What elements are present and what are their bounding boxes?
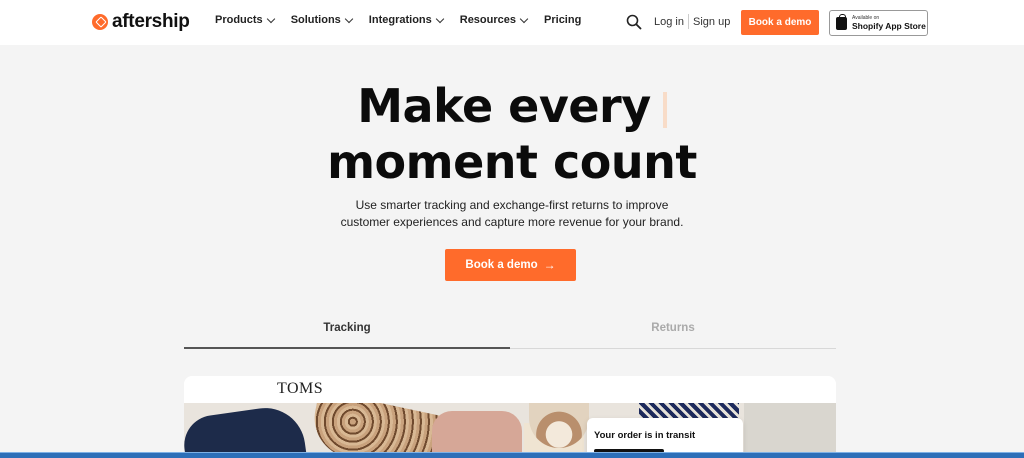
tab-tracking[interactable]: Tracking <box>184 322 510 349</box>
os-taskbar <box>0 452 1024 458</box>
nav-divider <box>688 14 689 29</box>
nav-item-pricing[interactable]: Pricing <box>544 14 581 26</box>
hero-book-demo-button[interactable]: Book a demo → <box>445 249 576 281</box>
hero-title-line1: Make every <box>357 79 651 133</box>
chevron-down-icon <box>519 14 529 23</box>
arrow-right-icon: → <box>543 258 556 272</box>
logo-icon <box>92 14 108 30</box>
chevron-down-icon <box>435 14 444 23</box>
shopify-app-store-button[interactable]: Available on Shopify App Store <box>829 10 928 36</box>
main-nav: Products Solutions Integrations Resource… <box>215 14 598 26</box>
shopify-bag-icon <box>836 13 847 30</box>
logo-text: aftership <box>112 11 190 32</box>
tab-returns[interactable]: Returns <box>510 322 836 349</box>
aftership-logo[interactable]: aftership <box>92 11 190 33</box>
header-book-demo-button[interactable]: Book a demo <box>741 10 819 35</box>
nav-label: Products <box>215 14 263 26</box>
nav-label: Resources <box>459 14 517 26</box>
chevron-down-icon <box>266 14 275 23</box>
nav-label: Integrations <box>368 14 432 26</box>
nav-item-products[interactable]: Products <box>215 14 275 26</box>
shopify-store-label: Shopify App Store <box>852 20 926 31</box>
nav-label: Pricing <box>544 14 582 26</box>
nav-label: Solutions <box>290 14 341 26</box>
hero-title-line2: moment count <box>327 135 697 189</box>
typing-cursor <box>662 91 667 128</box>
nav-item-solutions[interactable]: Solutions <box>290 14 354 26</box>
hero-title: Make every moment count <box>0 78 1024 190</box>
hero-subtitle: Use smarter tracking and exchange-first … <box>0 197 1024 231</box>
nav-item-resources[interactable]: Resources <box>459 14 529 26</box>
feature-tabs: Tracking Returns <box>184 322 836 350</box>
hero-subtitle-line2: customer experiences and capture more re… <box>340 215 684 229</box>
chevron-down-icon <box>344 14 354 23</box>
hero-subtitle-line1: Use smarter tracking and exchange-first … <box>355 198 669 212</box>
shopify-available-label: Available on <box>852 14 880 21</box>
nav-item-integrations[interactable]: Integrations <box>368 14 444 26</box>
card-brand-logo: TOMS <box>277 380 324 397</box>
order-status-text: Your order is in transit <box>594 430 696 441</box>
site-header: aftership Products Solutions Integration… <box>0 0 1024 45</box>
hero-cta-label: Book a demo <box>465 259 538 271</box>
search-icon[interactable] <box>626 14 642 30</box>
signup-link[interactable]: Sign up <box>693 16 730 28</box>
login-link[interactable]: Log in <box>654 16 684 28</box>
